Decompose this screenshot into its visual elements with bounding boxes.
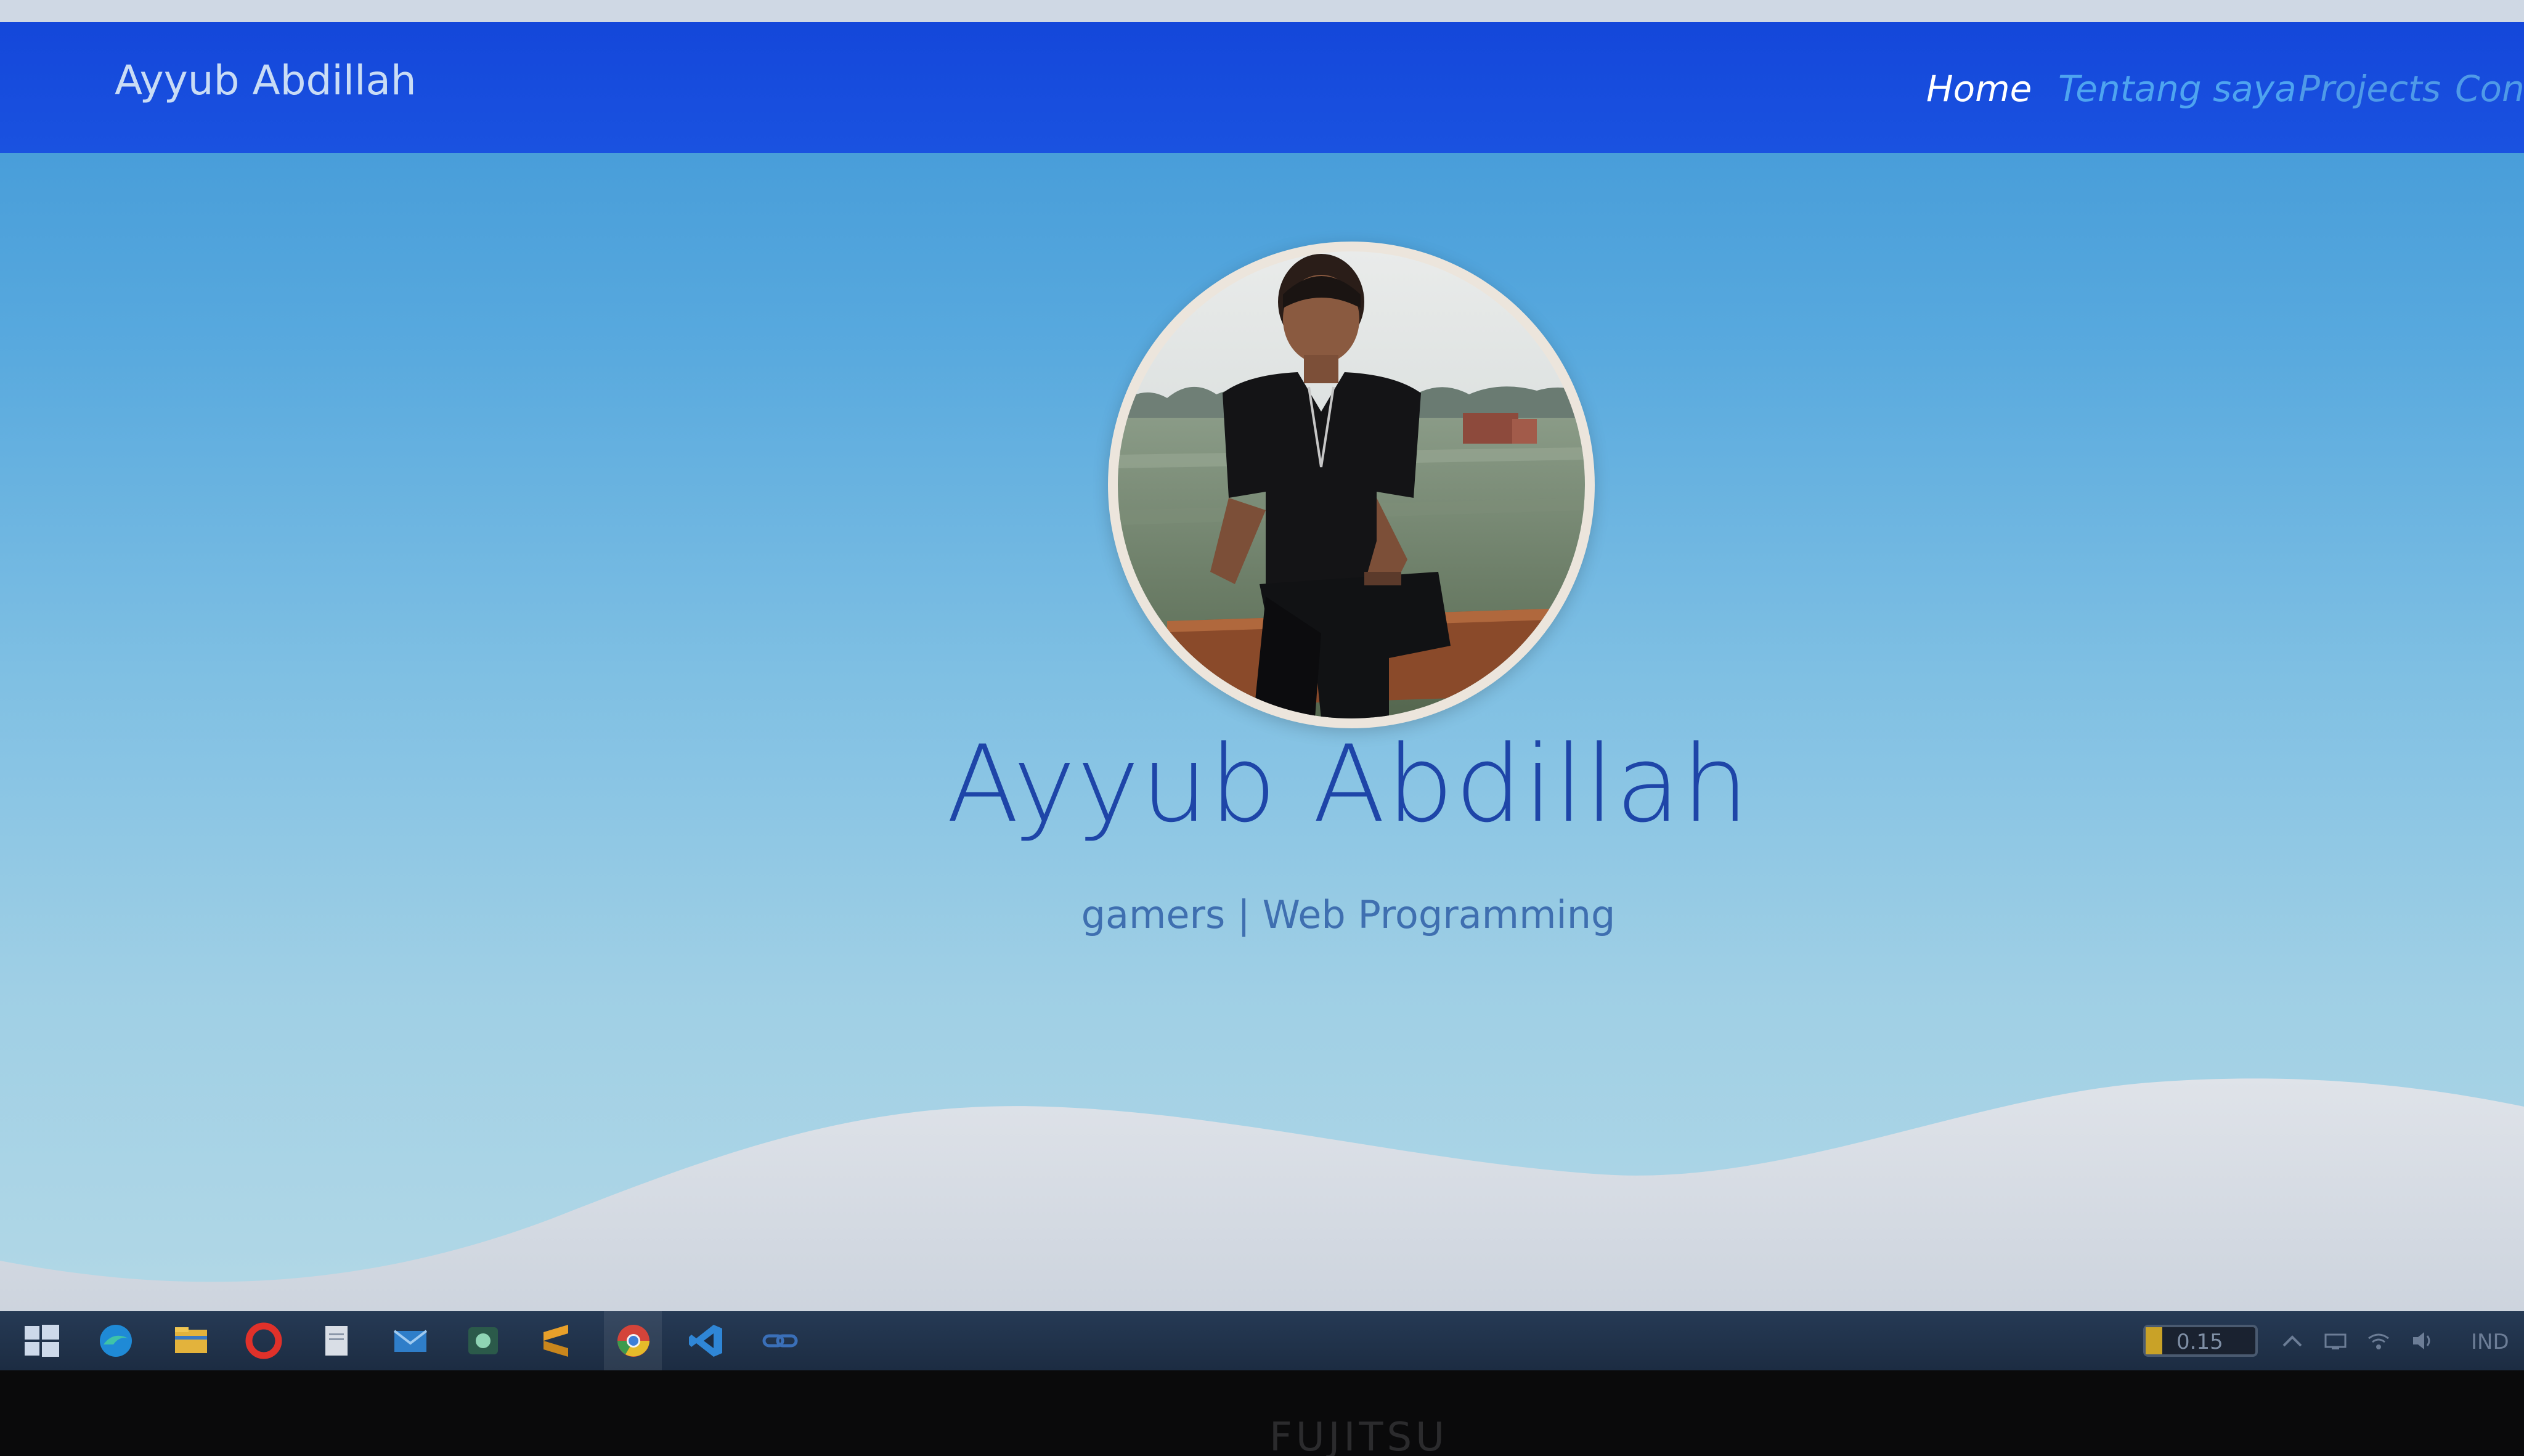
battery-text: 0.15: [2176, 1330, 2223, 1354]
notepad-icon[interactable]: [316, 1320, 357, 1362]
navbar: Ayyub Abdillah Home Tentang saya Project…: [0, 22, 2524, 153]
terminal-icon[interactable]: [462, 1320, 504, 1362]
navbar-brand[interactable]: Ayyub Abdillah: [115, 57, 417, 104]
chevron-up-icon[interactable]: [2280, 1330, 2305, 1352]
battery-indicator[interactable]: 0.15: [2143, 1325, 2258, 1357]
hero-wave-divider: [0, 1078, 2524, 1311]
chrome-icon[interactable]: [613, 1320, 654, 1362]
network-icon[interactable]: [2323, 1330, 2348, 1352]
profile-avatar: [1108, 242, 1595, 728]
hero-tagline: gamers | Web Programming: [1081, 892, 1616, 937]
website-viewport: Ayyub Abdillah Home Tentang saya Project…: [0, 22, 2524, 1311]
file-explorer-icon[interactable]: [170, 1320, 212, 1362]
volume-icon[interactable]: [2411, 1330, 2435, 1352]
nav-link-contact[interactable]: Con: [2455, 68, 2524, 110]
mail-icon[interactable]: [389, 1320, 431, 1362]
sublime-text-icon[interactable]: [535, 1320, 577, 1362]
link-icon[interactable]: [759, 1320, 801, 1362]
photo-of-monitor: Ayyub Abdillah Home Tentang saya Project…: [0, 0, 2524, 1456]
hero-name: Ayyub Abdillah: [946, 722, 1751, 846]
wifi-icon[interactable]: [2366, 1330, 2391, 1352]
monitor-bezel: FUJITSU: [0, 1370, 2524, 1456]
battery-fill: [2146, 1327, 2162, 1354]
screen-top-edge: [0, 0, 2524, 22]
profile-photo: [1118, 251, 1585, 718]
brand-logo: FUJITSU: [1269, 1415, 1448, 1456]
nav-link-projects[interactable]: Projects: [2298, 68, 2441, 110]
windows-taskbar: 0.15 IND: [0, 1311, 2524, 1370]
nav-link-home[interactable]: Home: [1926, 68, 2032, 110]
edge-icon[interactable]: [95, 1320, 137, 1362]
windows-start-icon[interactable]: [21, 1320, 63, 1362]
vscode-icon[interactable]: [685, 1320, 727, 1362]
nav-link-tentang-saya[interactable]: Tentang saya: [2058, 68, 2297, 110]
opera-icon[interactable]: [243, 1320, 285, 1362]
language-indicator[interactable]: IND: [2471, 1330, 2509, 1354]
